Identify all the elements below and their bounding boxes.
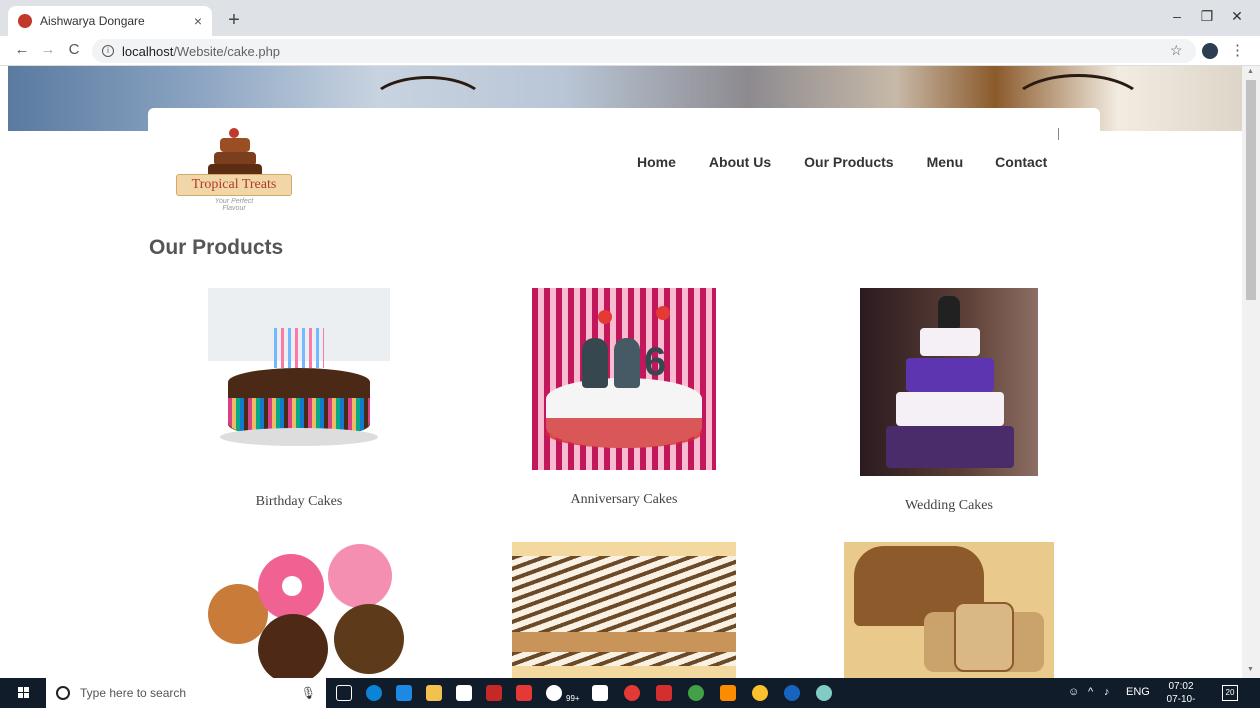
browser-menu-icon[interactable]: ⋮ (1230, 41, 1245, 59)
steam-icon[interactable] (784, 685, 800, 701)
bookmark-star-icon[interactable]: ☆ (1170, 42, 1183, 59)
cake-tier (220, 138, 250, 152)
document-icon[interactable] (592, 685, 608, 701)
store-icon[interactable] (456, 685, 472, 701)
product-bread[interactable] (844, 542, 1054, 678)
scroll-thumb[interactable] (1246, 80, 1256, 300)
app-l-icon[interactable] (396, 685, 412, 701)
logo-tagline: Your Perfect Flavour (214, 198, 254, 212)
app-red-icon[interactable] (516, 685, 532, 701)
birthday-cake-image (208, 288, 390, 470)
opera-icon[interactable] (624, 685, 640, 701)
file-explorer-icon[interactable] (426, 685, 442, 701)
minimize-button[interactable]: – (1162, 8, 1192, 24)
address-bar[interactable]: i localhost/Website/cake.php (92, 39, 1196, 63)
site-info-icon[interactable]: i (102, 45, 114, 57)
tab-title: Aishwarya Dongare (40, 14, 145, 28)
product-anniversary-cakes[interactable]: 6 Anniversary Cakes (532, 288, 716, 508)
anniversary-cake-image: 6 (532, 288, 716, 470)
people-icon[interactable]: ☺ (1068, 686, 1079, 698)
site-logo[interactable]: Tropical Treats Your Perfect Flavour (174, 112, 294, 212)
page-scrollbar[interactable]: ▲ ▼ (1242, 66, 1260, 678)
nav-our-products[interactable]: Our Products (804, 154, 893, 170)
notification-center-icon[interactable]: 20 (1222, 685, 1238, 701)
nav-menu[interactable]: Menu (927, 154, 964, 170)
content-panel: Tropical Treats Your Perfect Flavour Hom… (148, 108, 1100, 678)
logo-text: Tropical Treats (176, 174, 292, 196)
language-indicator[interactable]: ENG (1126, 686, 1150, 698)
browser-tab[interactable]: Aishwarya Dongare × (8, 6, 212, 36)
chevron-up-icon[interactable]: ^ (1088, 686, 1093, 698)
back-button[interactable]: ← (12, 41, 32, 58)
scroll-down-icon[interactable]: ▼ (1247, 666, 1254, 673)
taskbar-search-box[interactable]: Type here to search 🎙 (46, 678, 326, 708)
nav-contact[interactable]: Contact (995, 154, 1047, 170)
url-host: localhost (122, 43, 174, 59)
donuts-image (198, 544, 406, 678)
mcafee-icon[interactable] (486, 685, 502, 701)
new-tab-button[interactable]: + (222, 8, 246, 32)
maximize-button[interactable]: ❐ (1192, 8, 1222, 25)
bread-image (844, 542, 1054, 678)
cherry-icon (229, 128, 239, 138)
clock-date: 07-10-2019 (1166, 694, 1196, 718)
edge-browser-icon[interactable] (366, 685, 382, 701)
tab-close-icon[interactable]: × (194, 13, 202, 29)
product-donuts[interactable] (198, 544, 406, 678)
search-placeholder: Type here to search (80, 686, 187, 700)
scroll-up-icon[interactable]: ▲ (1247, 68, 1254, 75)
product-pastries[interactable] (512, 542, 736, 678)
paint-icon[interactable] (816, 685, 832, 701)
page-title: Our Products (149, 236, 284, 259)
acrobat-icon[interactable] (656, 685, 672, 701)
product-wedding-cakes[interactable]: Wedding Cakes (860, 288, 1038, 514)
utorrent-icon[interactable] (688, 685, 704, 701)
chrome-icon[interactable] (752, 685, 768, 701)
pastries-image (512, 542, 736, 678)
mail-icon[interactable] (546, 685, 562, 701)
windows-taskbar: Type here to search 🎙 99+ ☺ ^ ♪ ENG 07:0… (0, 678, 1260, 718)
windows-start-icon[interactable] (18, 687, 30, 699)
product-caption: Anniversary Cakes (570, 492, 678, 507)
browser-tab-strip: Aishwarya Dongare × + – ❐ ✕ (0, 0, 1260, 36)
volume-icon[interactable]: ♪ (1104, 686, 1110, 698)
clock-time: 07:02 (1168, 681, 1194, 692)
reload-button[interactable]: C (64, 41, 84, 58)
browser-toolbar: ← → C i localhost/Website/cake.php ☆ ⋮ (0, 36, 1260, 66)
wedding-cake-image (860, 288, 1038, 476)
forward-button[interactable]: → (38, 41, 58, 58)
text-cursor (1058, 128, 1059, 140)
product-caption: Wedding Cakes (905, 498, 993, 513)
product-caption: Birthday Cakes (255, 494, 343, 509)
url-path: /Website/cake.php (173, 43, 281, 59)
product-birthday-cakes[interactable]: Birthday Cakes (208, 288, 390, 510)
xampp-icon[interactable] (720, 685, 736, 701)
nav-about-us[interactable]: About Us (709, 154, 771, 170)
close-window-button[interactable]: ✕ (1222, 8, 1252, 25)
cortana-icon (56, 686, 70, 700)
mcafee-badge: 99+ (566, 694, 580, 703)
cake-favicon-icon (18, 14, 32, 28)
page-viewport: Tropical Treats Your Perfect Flavour Hom… (0, 66, 1242, 678)
taskbar-clock[interactable]: 07:02 07-10-2019 (1156, 680, 1206, 719)
profile-avatar[interactable] (1202, 43, 1218, 59)
microphone-icon[interactable]: 🎙 (301, 686, 316, 700)
main-nav: Home About Us Our Products Menu Contact (637, 154, 1047, 170)
nav-home[interactable]: Home (637, 154, 676, 170)
task-view-icon[interactable] (336, 685, 352, 701)
